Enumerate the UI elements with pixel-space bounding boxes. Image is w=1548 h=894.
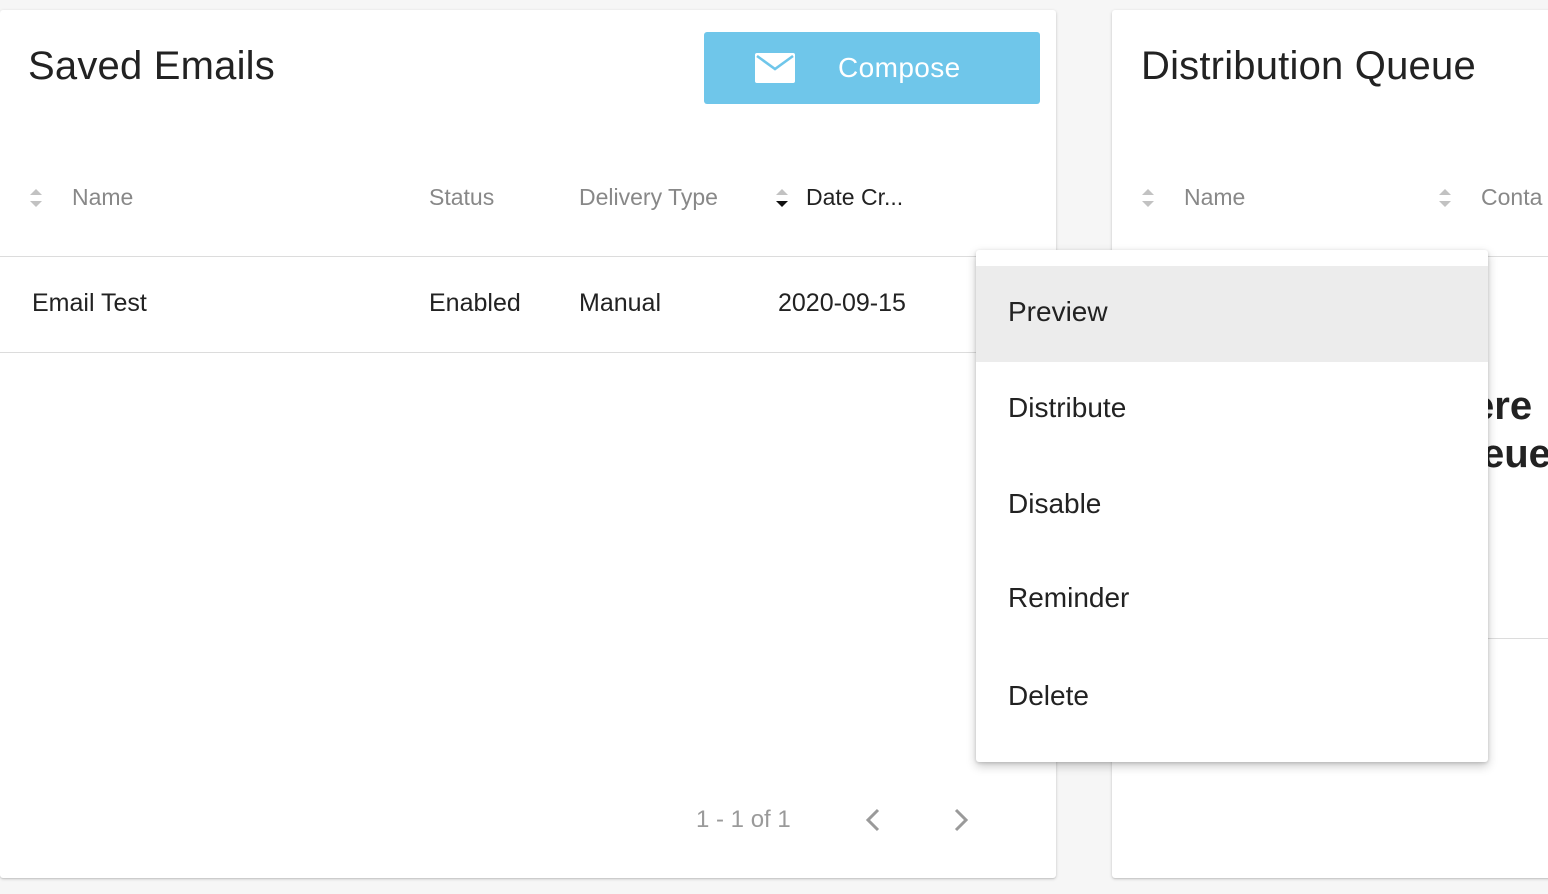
column-header-name[interactable]: Name	[28, 184, 133, 211]
menu-item-preview-label: Preview	[1008, 296, 1108, 327]
cell-date-created: 2020-09-15	[778, 289, 906, 317]
column-header-delivery-type-label: Delivery Type	[579, 184, 718, 210]
saved-emails-card: Saved Emails Compose Name Status Deliver…	[0, 10, 1056, 878]
queue-empty-message-line2: eue	[1482, 432, 1548, 476]
menu-item-distribute-label: Distribute	[1008, 392, 1127, 423]
chevron-right-icon[interactable]	[946, 802, 978, 838]
sort-icon	[1439, 188, 1451, 207]
distribution-queue-title: Distribution Queue	[1141, 44, 1476, 88]
sort-icon	[30, 188, 42, 207]
queue-column-header-name-label: Name	[1184, 184, 1246, 210]
menu-item-reminder[interactable]: Reminder	[976, 552, 1488, 648]
cell-delivery-type: Manual	[579, 289, 661, 317]
queue-column-header-name[interactable]: Name	[1140, 184, 1245, 211]
menu-item-disable-label: Disable	[1008, 488, 1102, 519]
header-divider	[0, 256, 1056, 257]
sort-desc-icon	[776, 188, 788, 207]
menu-item-disable[interactable]: Disable	[976, 458, 1488, 554]
menu-item-preview[interactable]: Preview	[976, 266, 1488, 362]
column-header-status-label: Status	[429, 184, 495, 210]
menu-item-reminder-label: Reminder	[1008, 582, 1130, 613]
column-header-delivery-type: Delivery Type	[579, 184, 718, 211]
menu-item-delete-label: Delete	[1008, 680, 1089, 711]
saved-emails-title: Saved Emails	[28, 44, 275, 88]
queue-column-header-contact-label: Conta	[1481, 184, 1543, 210]
chevron-left-icon[interactable]	[858, 802, 890, 838]
cell-name: Email Test	[32, 289, 147, 317]
queue-column-header-contact[interactable]: Conta	[1437, 184, 1542, 211]
row-divider	[0, 352, 1056, 353]
compose-button[interactable]: Compose	[704, 32, 1040, 104]
pagination-range: 1 - 1 of 1	[696, 806, 791, 833]
compose-label: Compose	[838, 52, 961, 83]
column-header-date-created[interactable]: Date Cr...	[774, 184, 903, 211]
column-header-status: Status	[429, 184, 494, 211]
column-header-date-created-label: Date Cr...	[806, 184, 904, 210]
column-header-name-label: Name	[72, 184, 134, 210]
menu-item-delete[interactable]: Delete	[976, 650, 1488, 746]
mail-icon	[755, 53, 795, 83]
sort-icon	[1142, 188, 1154, 207]
menu-item-distribute[interactable]: Distribute	[976, 362, 1488, 458]
cell-status: Enabled	[429, 289, 521, 317]
row-actions-menu: Preview Distribute Disable Reminder Dele…	[976, 250, 1488, 762]
